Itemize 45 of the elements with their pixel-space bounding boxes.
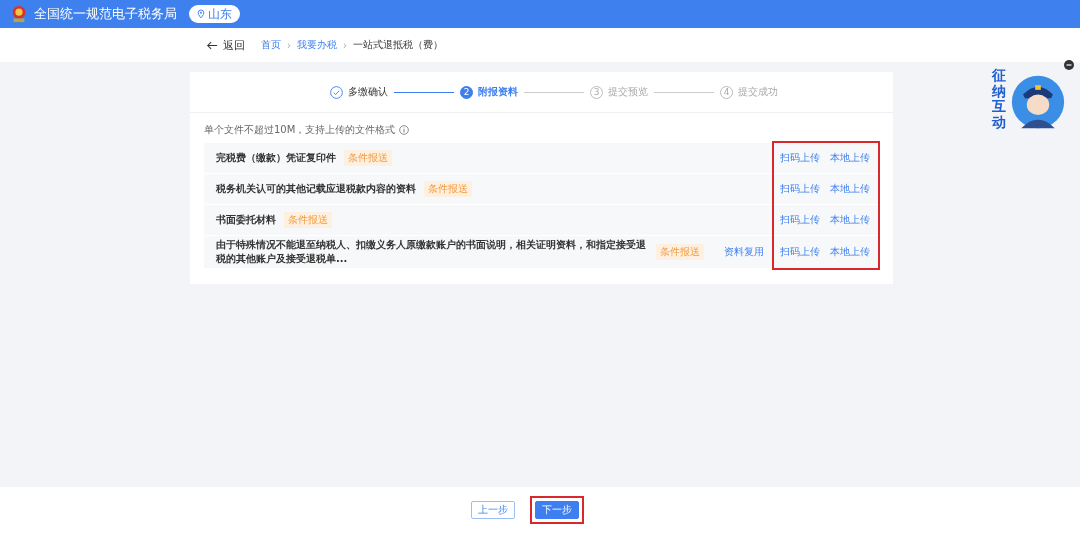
back-button[interactable]: 返回 xyxy=(206,37,245,53)
breadcrumb-separator: › xyxy=(287,39,291,51)
location-pin-icon xyxy=(197,9,205,19)
step-connector xyxy=(394,91,454,93)
condition-tag: 条件报送 xyxy=(424,181,472,197)
step-connector xyxy=(654,91,714,93)
material-name: 完税费（缴款）凭证复印件 xyxy=(216,151,336,165)
breadcrumb-separator: › xyxy=(343,39,347,51)
back-arrow-icon xyxy=(206,40,218,50)
step-label: 附报资料 xyxy=(478,85,518,99)
breadcrumb-link[interactable]: 我要办税 xyxy=(297,38,337,52)
step-label: 多缴确认 xyxy=(348,85,388,99)
step-connector xyxy=(524,91,584,93)
breadcrumb-current: 一站式退抵税（费） xyxy=(353,38,443,52)
local-upload-link[interactable]: 本地上传 xyxy=(830,245,870,259)
assistant-widget[interactable]: 征纳互动 xyxy=(992,60,1070,130)
scan-upload-link[interactable]: 扫码上传 xyxy=(780,182,820,196)
assistant-label: 征纳互动 xyxy=(992,68,1006,130)
local-upload-link[interactable]: 本地上传 xyxy=(830,213,870,227)
step-label: 提交预览 xyxy=(608,85,648,99)
scan-upload-link[interactable]: 扫码上传 xyxy=(780,245,820,259)
step-number: 2 xyxy=(460,85,473,99)
material-name: 税务机关认可的其他记载应退税款内容的资料 xyxy=(216,182,416,196)
condition-tag: 条件报送 xyxy=(284,212,332,228)
site-title: 全国统一规范电子税务局 xyxy=(34,5,177,23)
local-upload-link[interactable]: 本地上传 xyxy=(830,151,870,165)
scan-upload-link[interactable]: 扫码上传 xyxy=(780,151,820,165)
region-selector[interactable]: 山东 xyxy=(189,5,240,23)
upload-hint: 单个文件不超过10M，支持上传的文件格式 xyxy=(204,123,396,137)
officer-figure-drawing xyxy=(1010,74,1066,130)
step-label: 提交成功 xyxy=(738,85,778,99)
region-label: 山东 xyxy=(208,5,232,23)
minimize-icon[interactable] xyxy=(1064,60,1074,70)
scan-upload-link[interactable]: 扫码上传 xyxy=(780,213,820,227)
previous-button[interactable]: 上一步 xyxy=(471,501,515,519)
material-name: 书面委托材料 xyxy=(216,213,276,227)
emblem-icon xyxy=(10,5,28,23)
reuse-link[interactable]: 资料复用 xyxy=(712,245,764,259)
material-name: 由于特殊情况不能退至纳税人、扣缴义务人原缴款账户的书面说明，相关证明资料，和指定接受退税的其他账户及接受退税单... xyxy=(216,238,647,266)
breadcrumb-link[interactable]: 首页 xyxy=(261,38,281,52)
next-button[interactable]: 下一步 xyxy=(535,501,579,519)
condition-tag: 条件报送 xyxy=(344,150,392,166)
info-icon[interactable] xyxy=(399,125,410,135)
local-upload-link[interactable]: 本地上传 xyxy=(830,182,870,196)
condition-tag: 条件报送 xyxy=(656,244,704,260)
